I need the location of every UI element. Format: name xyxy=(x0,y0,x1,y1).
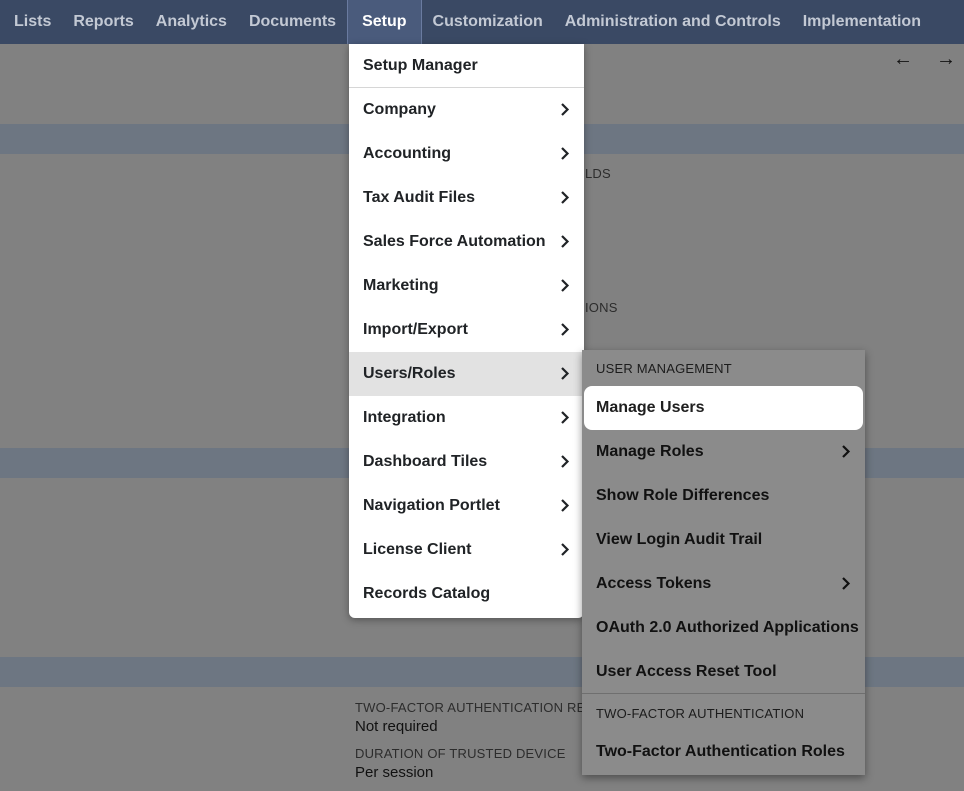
chevron-right-icon xyxy=(842,577,851,590)
menu-item-label: Tax Audit Files xyxy=(363,189,476,206)
forward-arrow-icon[interactable]: → xyxy=(936,48,956,71)
menu-item-label: Navigation Portlet xyxy=(363,497,500,514)
menu-item-label: Company xyxy=(363,101,436,118)
submenu-item-manage-roles[interactable]: Manage Roles xyxy=(582,430,865,474)
submenu-item-access-tokens[interactable]: Access Tokens xyxy=(582,562,865,606)
menu-item-dashboard-tiles[interactable]: Dashboard Tiles xyxy=(349,440,584,484)
nav-documents[interactable]: Documents xyxy=(238,0,347,44)
menu-item-tax-audit-files[interactable]: Tax Audit Files xyxy=(349,176,584,220)
section-header-two-factor-authentication: TWO-FACTOR AUTHENTICATION xyxy=(596,706,805,721)
back-arrow-icon[interactable]: ← xyxy=(893,48,913,71)
nav-analytics[interactable]: Analytics xyxy=(145,0,238,44)
chevron-right-icon xyxy=(561,455,570,468)
chevron-right-icon xyxy=(561,279,570,292)
menu-item-integration[interactable]: Integration xyxy=(349,396,584,440)
menu-item-label: Integration xyxy=(363,409,446,426)
submenu-item-show-role-differences[interactable]: Show Role Differences xyxy=(582,474,865,518)
chevron-right-icon xyxy=(842,445,851,458)
submenu-item-label: Access Tokens xyxy=(596,575,712,592)
chevron-right-icon xyxy=(561,499,570,512)
trusted-device-label: DURATION OF TRUSTED DEVICE xyxy=(355,746,566,761)
users-roles-submenu: USER MANAGEMENT Manage Users Manage Role… xyxy=(582,350,865,775)
nav-customization[interactable]: Customization xyxy=(422,0,554,44)
field-label-partial: LDS xyxy=(585,166,611,181)
field-label-partial: IONS xyxy=(585,300,618,315)
menu-item-label: Sales Force Automation xyxy=(363,233,546,250)
submenu-item-two-factor-authentication-roles[interactable]: Two-Factor Authentication Roles xyxy=(582,730,865,774)
nav-lists[interactable]: Lists xyxy=(3,0,62,44)
submenu-item-view-login-audit-trail[interactable]: View Login Audit Trail xyxy=(582,518,865,562)
chevron-right-icon xyxy=(561,103,570,116)
submenu-item-label: Manage Users xyxy=(596,399,705,416)
menu-item-company[interactable]: Company xyxy=(349,88,584,132)
menu-item-label: Setup Manager xyxy=(363,57,478,74)
menu-item-label: License Client xyxy=(363,541,472,558)
menu-item-records-catalog[interactable]: Records Catalog xyxy=(349,572,584,616)
menu-item-sales-force-automation[interactable]: Sales Force Automation xyxy=(349,220,584,264)
menu-item-license-client[interactable]: License Client xyxy=(349,528,584,572)
chevron-right-icon xyxy=(561,191,570,204)
top-nav: Lists Reports Analytics Documents Setup … xyxy=(0,0,964,44)
chevron-right-icon xyxy=(561,235,570,248)
submenu-item-label: Two-Factor Authentication Roles xyxy=(596,743,845,760)
menu-item-setup-manager[interactable]: Setup Manager xyxy=(349,44,584,88)
section-header-user-management: USER MANAGEMENT xyxy=(596,361,732,376)
submenu-item-user-access-reset-tool[interactable]: User Access Reset Tool xyxy=(582,650,865,694)
submenu-item-label: Show Role Differences xyxy=(596,487,770,504)
menu-item-marketing[interactable]: Marketing xyxy=(349,264,584,308)
nav-reports[interactable]: Reports xyxy=(62,0,144,44)
menu-item-users-roles[interactable]: Users/Roles xyxy=(349,352,584,396)
submenu-item-manage-users[interactable]: Manage Users xyxy=(584,386,863,430)
nav-administration-and-controls[interactable]: Administration and Controls xyxy=(554,0,792,44)
setup-dropdown-menu: Setup Manager Company Accounting Tax Aud… xyxy=(349,44,584,618)
submenu-item-oauth-authorized-applications[interactable]: OAuth 2.0 Authorized Applications xyxy=(582,606,865,650)
menu-item-label: Accounting xyxy=(363,145,451,162)
chevron-right-icon xyxy=(561,411,570,424)
trusted-device-value: Per session xyxy=(355,764,434,781)
chevron-right-icon xyxy=(561,367,570,380)
chevron-right-icon xyxy=(561,147,570,160)
submenu-item-label: View Login Audit Trail xyxy=(596,531,763,548)
nav-setup[interactable]: Setup xyxy=(347,0,422,44)
submenu-item-label: User Access Reset Tool xyxy=(596,663,777,680)
chevron-right-icon xyxy=(561,323,570,336)
menu-item-label: Records Catalog xyxy=(363,585,491,602)
menu-item-import-export[interactable]: Import/Export xyxy=(349,308,584,352)
submenu-item-label: OAuth 2.0 Authorized Applications xyxy=(596,619,859,636)
chevron-right-icon xyxy=(561,543,570,556)
menu-item-label: Marketing xyxy=(363,277,439,294)
menu-item-navigation-portlet[interactable]: Navigation Portlet xyxy=(349,484,584,528)
two-factor-value: Not required xyxy=(355,718,438,735)
menu-item-label: Users/Roles xyxy=(363,365,456,382)
submenu-item-label: Manage Roles xyxy=(596,443,704,460)
divider xyxy=(582,693,865,694)
nav-implementation[interactable]: Implementation xyxy=(792,0,932,44)
menu-item-label: Import/Export xyxy=(363,321,468,338)
two-factor-label: TWO-FACTOR AUTHENTICATION REQ xyxy=(355,700,596,715)
menu-item-label: Dashboard Tiles xyxy=(363,453,488,470)
menu-item-accounting[interactable]: Accounting xyxy=(349,132,584,176)
